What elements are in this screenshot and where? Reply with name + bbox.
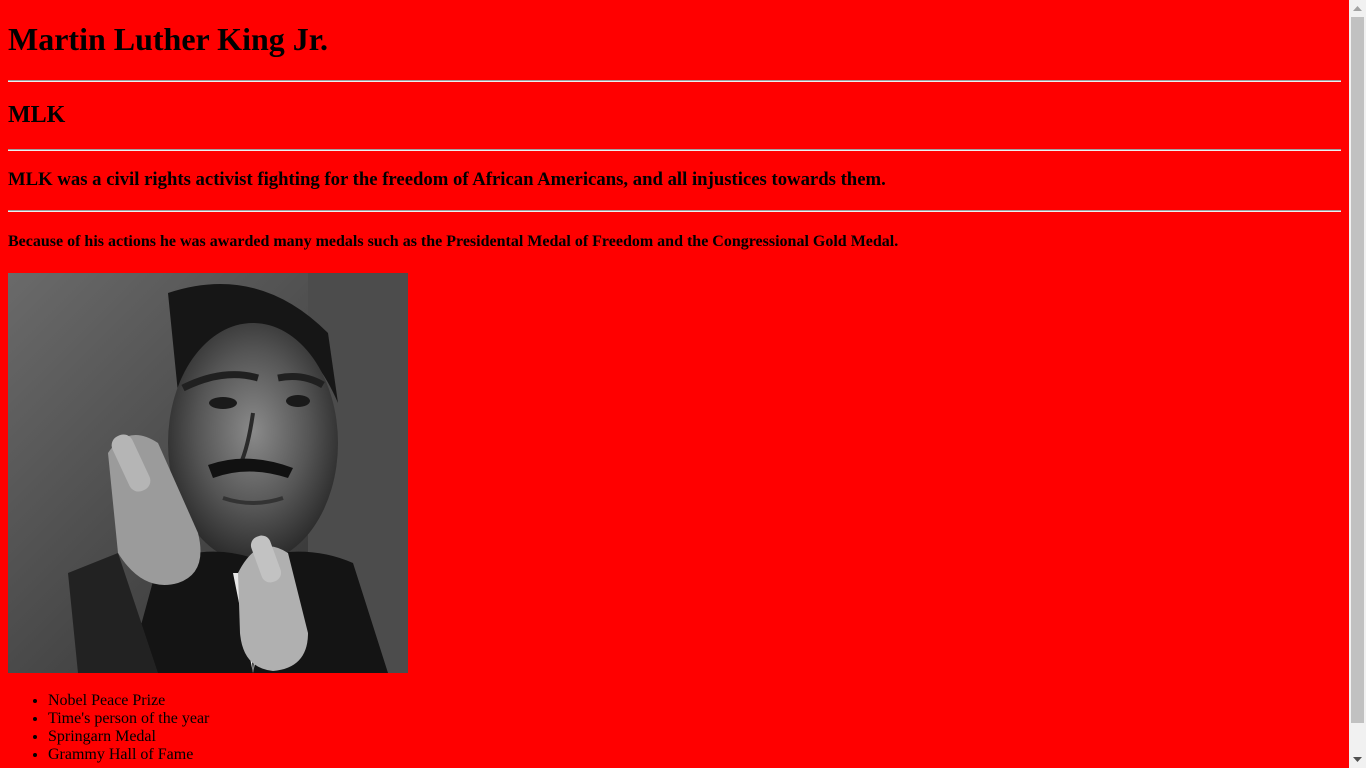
list-item: Grammy Hall of Fame [48,746,209,764]
page-content: Martin Luther King Jr. MLK MLK was a civ… [0,0,1349,768]
list-item: Time's person of the year [48,710,209,728]
awards-list: Nobel Peace Prize Time's person of the y… [8,692,209,764]
divider [8,149,1341,151]
divider [8,80,1341,82]
list-item: Springarn Medal [48,728,209,746]
scroll-down-icon[interactable] [1349,751,1366,768]
mlk-photo [8,273,408,673]
divider [8,210,1341,212]
medals-heading: Because of his actions he was awarded ma… [8,233,899,250]
page-subtitle: MLK [8,102,66,128]
page-title: Martin Luther King Jr. [8,21,329,57]
vertical-scrollbar[interactable] [1349,0,1366,768]
description-heading: MLK was a civil rights activist fighting… [8,169,886,190]
list-item: Nobel Peace Prize [48,692,209,710]
scroll-up-icon[interactable] [1349,0,1366,17]
scrollbar-thumb[interactable] [1351,17,1364,723]
